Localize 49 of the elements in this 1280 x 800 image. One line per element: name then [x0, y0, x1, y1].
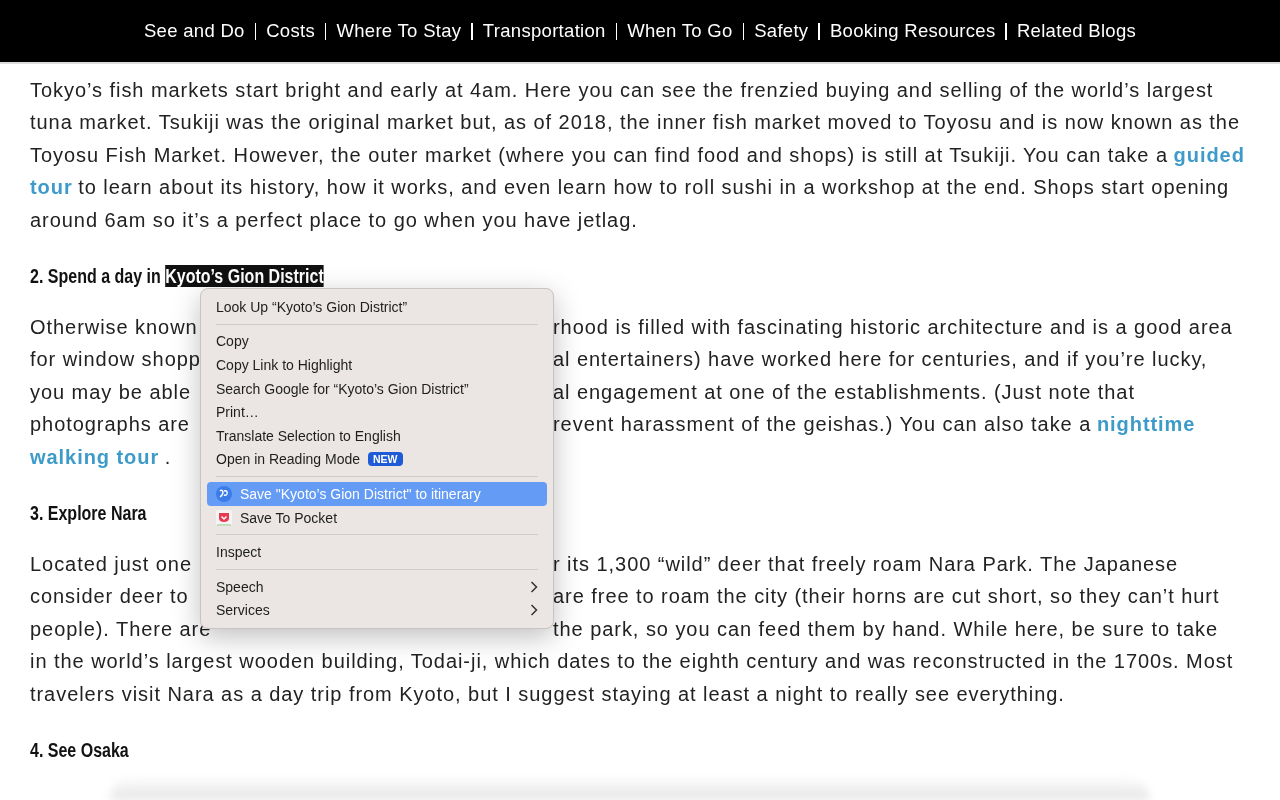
- nav-link[interactable]: Costs: [266, 20, 315, 42]
- menu-item[interactable]: Print…: [207, 400, 547, 424]
- nav-link[interactable]: Where To Stay: [336, 20, 462, 42]
- body-text: Otherwise known: [30, 315, 198, 341]
- body-text: rhood is filled with fascinating historic architecture and is a good area: [553, 315, 1233, 341]
- body-text: to learn about its history, how it works, and even learn how to roll sushi in a workshop at the end. Shops start opening: [78, 175, 1230, 201]
- menu-item[interactable]: Save To Pocket: [207, 505, 547, 530]
- body-text: al engagement at one of the establishments. (Just note that: [553, 379, 1135, 405]
- body-text: around 6am so it’s a perfect place to go when you have jetlag.: [30, 207, 638, 233]
- nav-link[interactable]: Transportation: [482, 20, 606, 42]
- body-text: in the world’s largest wooden building, Todai-ji, which dates to the eighth century and was reconstructed in the 1700s. Most: [30, 649, 1234, 675]
- section-heading: 3. Explore Nara: [30, 502, 147, 525]
- menu-item[interactable]: Copy: [207, 329, 547, 354]
- menu-item[interactable]: Copy Link to Highlight: [207, 353, 547, 377]
- body-text: for window shopp: [30, 347, 201, 373]
- body-text: photographs are: [30, 412, 190, 438]
- new-badge: NEW: [368, 452, 403, 467]
- body-text: consider deer to: [30, 584, 189, 610]
- body-text: .: [164, 444, 172, 470]
- body-text: the park, so you can feed them by hand. While here, be sure to take: [553, 616, 1219, 642]
- circle-logo-icon: [216, 485, 232, 502]
- body-text: revent harassment of the geishas.) You can also take a: [553, 412, 1092, 438]
- body-text: r its 1,300 “wild” deer that freely roam Nara Park. The Japanese: [553, 552, 1179, 578]
- menu-item[interactable]: Search Google for “Kyoto’s Gion District”: [207, 376, 547, 401]
- menu-item[interactable]: Services: [207, 598, 547, 623]
- body-text: Toyosu Fish Market. However, the outer market (where you can find food and shops) is still at Tsukiji. You can take a: [30, 142, 1168, 168]
- selected-text: Kyoto’s Gion District: [165, 265, 324, 288]
- menu-item[interactable]: Speech: [207, 574, 547, 599]
- body-text: Tokyo’s fish markets start bright and early at 4am. Here you can see the frenzied buying and selling of the world’s largest: [30, 78, 1214, 103]
- chevron-right-icon: [530, 580, 538, 593]
- body-text: Located just one: [30, 552, 192, 578]
- nav-link[interactable]: See and Do: [143, 20, 245, 42]
- nav-link[interactable]: Related Blogs: [1016, 20, 1137, 42]
- body-text: al entertainers) have worked here for centuries, and if you’re lucky,: [553, 347, 1208, 373]
- body-text: tuna market. Tsukiji was the original market but, as of 2018, the inner fish market moved to Toyosu and is now known as the: [30, 110, 1240, 136]
- body-text: are free to roam the city (their horns are cut short, so they can’t hurt: [553, 584, 1220, 610]
- body-text: travelers visit Nara as a day trip from Kyoto, but I suggest staying at least a night to really see everything.: [30, 681, 1065, 707]
- section-heading: 4. See Osaka: [30, 739, 129, 762]
- menu-item[interactable]: Open in Reading Mode NEW: [207, 447, 547, 472]
- menu-item[interactable]: Inspect: [207, 540, 547, 564]
- chevron-right-icon: [530, 604, 538, 617]
- menu-item[interactable]: Translate Selection to English: [207, 423, 547, 448]
- pocket-icon: [216, 509, 232, 526]
- nav-link[interactable]: When To Go: [627, 20, 733, 42]
- body-text: you may be able: [30, 379, 191, 405]
- nav-link[interactable]: Safety: [754, 20, 809, 42]
- section-heading: 2. Spend a day in: [30, 265, 161, 288]
- nav-link[interactable]: Booking Resources: [829, 20, 996, 42]
- menu-item[interactable]: Look Up “Kyoto’s Gion District”: [207, 295, 547, 319]
